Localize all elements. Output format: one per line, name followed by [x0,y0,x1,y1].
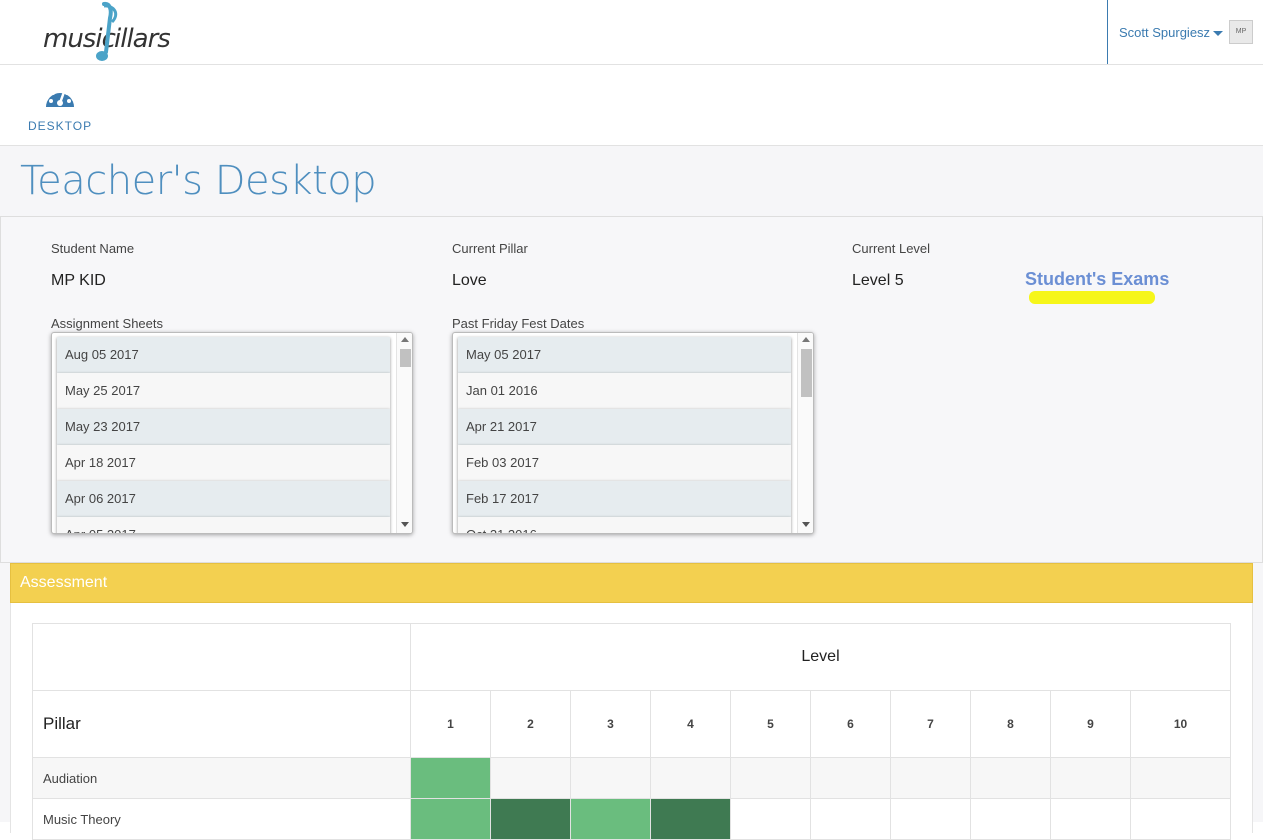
current-pillar-value: Love [452,272,487,289]
scroll-down-icon[interactable] [401,522,409,527]
user-name-label: Scott Spurgiesz [1119,25,1211,40]
student-info-panel: Student Name MP KID Current Pillar Love … [0,216,1263,563]
assessment-panel: Level Pillar 1 2 3 4 5 6 7 8 9 10 Audiat… [10,603,1253,840]
level-number: 3 [570,690,651,758]
level-number: 1 [410,690,491,758]
pillar-header: Pillar [32,690,411,758]
level-cell[interactable] [410,798,491,840]
friday-fest-label: Past Friday Fest Dates [452,316,585,331]
dashboard-gauge-icon [46,87,74,107]
friday-fest-list[interactable]: May 05 2017 Jan 01 2016 Apr 21 2017 Feb … [452,332,814,534]
level-number: 10 [1130,690,1231,758]
table-row: Audiation [32,757,1231,799]
level-number: 2 [490,690,571,758]
list-item[interactable]: Apr 05 2017 [57,517,390,533]
table-row: Music Theory [32,798,1231,840]
page-title: Teacher's Desktop [20,158,377,204]
scroll-up-icon[interactable] [802,337,810,342]
scrollbar[interactable] [396,333,412,533]
level-cell[interactable] [1130,798,1231,840]
level-number: 8 [970,690,1051,758]
nav-item-desktop[interactable]: DESKTOP [28,81,92,133]
user-menu[interactable]: Scott Spurgiesz MP [1107,0,1263,64]
list-item[interactable]: Oct 21 2016 [458,517,791,533]
level-cell[interactable] [490,798,571,840]
level-cell[interactable] [570,757,651,799]
students-exams-link[interactable]: Student's Exams [1025,269,1169,290]
assessment-header: Assessment [10,563,1253,603]
scroll-down-icon[interactable] [802,522,810,527]
level-cell[interactable] [970,757,1051,799]
level-cell[interactable] [810,798,891,840]
scroll-up-icon[interactable] [401,337,409,342]
level-cell[interactable] [650,757,731,799]
list-item[interactable]: Feb 17 2017 [458,481,791,517]
level-cell[interactable] [810,757,891,799]
level-number: 5 [730,690,811,758]
assessment-table: Level Pillar 1 2 3 4 5 6 7 8 9 10 Audiat… [32,623,1231,840]
level-cell[interactable] [410,757,491,799]
level-cell[interactable] [890,757,971,799]
level-number: 7 [890,690,971,758]
highlight-mark [1029,291,1155,304]
level-cell[interactable] [570,798,651,840]
nav-bar: DESKTOP [0,65,1263,146]
list-item[interactable]: Aug 05 2017 [57,337,390,373]
scroll-thumb[interactable] [801,349,812,397]
page-content: Teacher's Desktop Student Name MP KID Cu… [0,146,1263,840]
table-corner-cell [32,623,411,691]
level-number: 6 [810,690,891,758]
level-header: Level [410,623,1231,691]
scroll-thumb[interactable] [400,349,411,367]
list-item[interactable]: Apr 18 2017 [57,445,390,481]
assignment-sheets-label: Assignment Sheets [51,316,164,331]
assignment-sheets-list[interactable]: Aug 05 2017 May 25 2017 May 23 2017 Apr … [51,332,413,534]
user-name-dropdown[interactable]: Scott Spurgiesz [1119,25,1224,40]
music-pillars-logo[interactable]: music illars [40,0,171,65]
list-item[interactable]: May 23 2017 [57,409,390,445]
level-cell[interactable] [490,757,571,799]
level-cell[interactable] [1130,757,1231,799]
top-bar: music illars Scott Spurgiesz MP [0,0,1263,65]
assessment-title: Assessment [20,574,108,591]
level-cell[interactable] [730,757,811,799]
level-number: 9 [1050,690,1131,758]
current-level-label: Current Level [852,241,931,256]
list-item[interactable]: Feb 03 2017 [458,445,791,481]
current-level-value: Level 5 [852,272,904,289]
level-cell[interactable] [1050,757,1131,799]
pillar-name: Audiation [32,757,411,799]
list-item[interactable]: May 05 2017 [458,337,791,373]
list-item[interactable]: Apr 06 2017 [57,481,390,517]
level-cell[interactable] [730,798,811,840]
level-cell[interactable] [970,798,1051,840]
list-item[interactable]: Jan 01 2016 [458,373,791,409]
student-name-value: MP KID [51,272,106,289]
caret-down-icon [1213,31,1224,37]
svg-text:illars: illars [114,24,170,54]
list-item[interactable]: Apr 21 2017 [458,409,791,445]
pillar-name: Music Theory [32,798,411,840]
student-name-label: Student Name [51,241,135,256]
avatar[interactable]: MP [1229,20,1253,44]
nav-desktop-label: DESKTOP [28,119,93,133]
level-number: 4 [650,690,731,758]
scrollbar[interactable] [797,333,813,533]
list-item[interactable]: May 25 2017 [57,373,390,409]
level-cell[interactable] [890,798,971,840]
current-pillar-label: Current Pillar [452,241,528,256]
level-cell[interactable] [650,798,731,840]
level-cell[interactable] [1050,798,1131,840]
